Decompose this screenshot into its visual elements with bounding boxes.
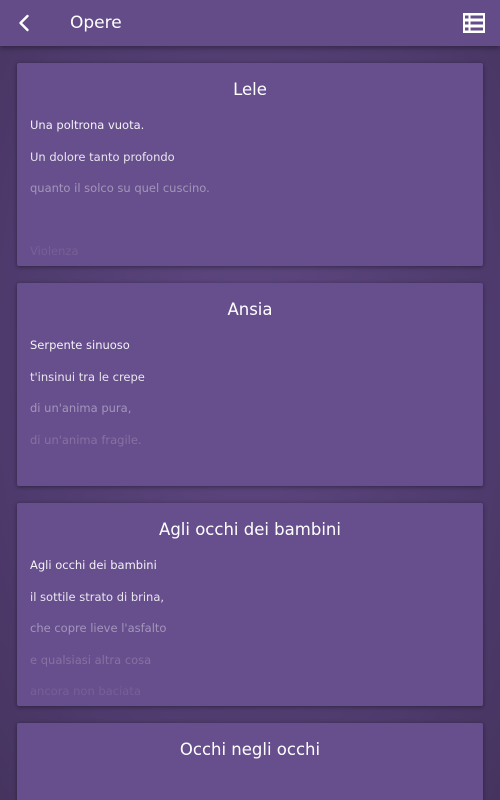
- poem-line: che copre lieve l'asfalto: [30, 621, 167, 635]
- poem-line: Un dolore tanto profondo: [30, 150, 175, 164]
- app-bar: Opere: [0, 0, 500, 46]
- poem-title: Occhi negli occhi: [179, 740, 321, 759]
- poem-line: Agli occhi dei bambini: [30, 558, 157, 572]
- poem-line: t'insinui tra le crepe: [30, 370, 145, 384]
- poem-title: Lele: [233, 80, 267, 99]
- poem-line: di un'anima pura,: [30, 401, 132, 415]
- poem-title: Agli occhi dei bambini: [159, 520, 341, 539]
- back-button[interactable]: [12, 11, 36, 35]
- poem-card-occhi-negli-occhi[interactable]: Occhi negli occhi: [17, 723, 483, 800]
- poem-line: quanto il solco su quel cuscino.: [30, 181, 210, 195]
- poem-line: e qualsiasi altra cosa: [30, 653, 152, 667]
- poem-line: il sottile strato di brina,: [30, 590, 165, 604]
- list-view-button[interactable]: [462, 12, 486, 34]
- list-view-icon: [463, 13, 485, 33]
- poem-card-agli-occhi-dei-bambini[interactable]: Agli occhi dei bambini Agli occhi dei ba…: [17, 503, 483, 706]
- poem-line: di un'anima fragile.: [30, 433, 142, 447]
- poem-line: ancora non baciata: [30, 684, 141, 698]
- poem-line: Una poltrona vuota.: [30, 118, 145, 132]
- poem-title: Ansia: [227, 300, 273, 319]
- poem-card-ansia[interactable]: Ansia Serpente sinuoso t'insinui tra le …: [17, 283, 483, 486]
- poem-line: Violenza: [30, 244, 79, 258]
- poem-line: Serpente sinuoso: [30, 338, 130, 352]
- page-title: Opere: [70, 13, 122, 33]
- poem-card-lele[interactable]: Lele Una poltrona vuota. Un dolore tanto…: [17, 63, 483, 266]
- chevron-left-icon: [19, 14, 29, 32]
